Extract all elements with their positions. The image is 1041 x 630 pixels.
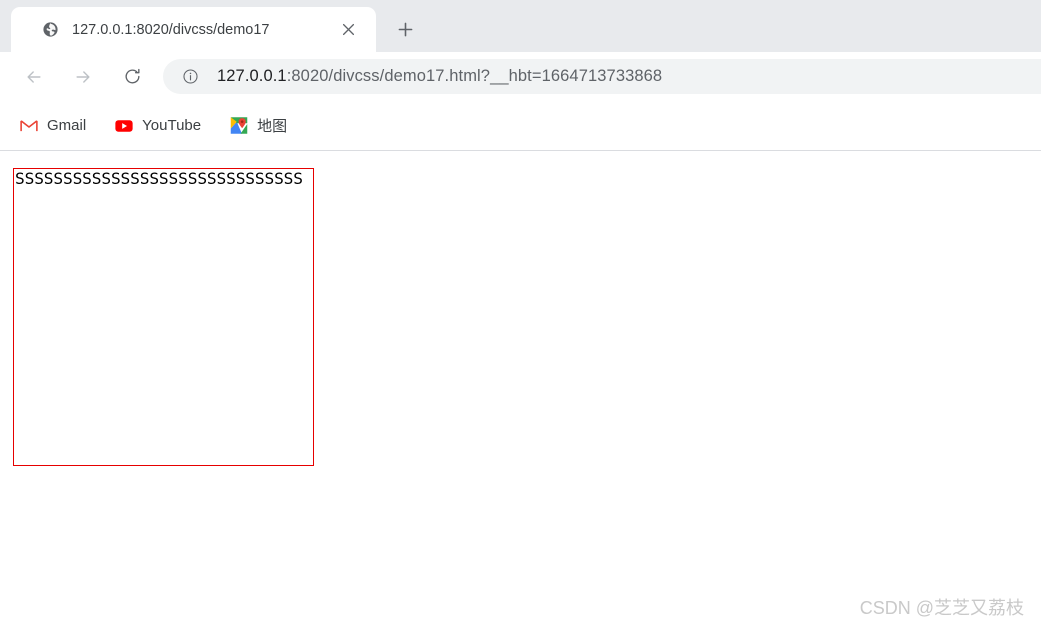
- bookmark-maps[interactable]: 地图: [224, 112, 293, 140]
- new-tab-button[interactable]: [390, 14, 420, 44]
- forward-arrow-icon[interactable]: [66, 60, 100, 94]
- bookmark-youtube[interactable]: YouTube: [109, 112, 207, 140]
- page-viewport: SSSSSSSSSSSSSSSSSSSSSSSSSSSSSS CSDN @芝芝又…: [0, 151, 1041, 629]
- tab-strip: 127.0.0.1:8020/divcss/demo17: [0, 0, 1041, 52]
- bookmark-label: YouTube: [142, 117, 202, 134]
- demo-box: SSSSSSSSSSSSSSSSSSSSSSSSSSSSSS: [13, 168, 314, 466]
- bookmarks-bar: Gmail YouTube 地图: [0, 101, 1041, 151]
- tab-title: 127.0.0.1:8020/divcss/demo17: [72, 21, 270, 38]
- demo-box-text: SSSSSSSSSSSSSSSSSSSSSSSSSSSSSS: [15, 169, 303, 188]
- youtube-icon: [115, 117, 133, 135]
- browser-toolbar: 127.0.0.1:8020/divcss/demo17.html?__hbt=…: [0, 52, 1041, 101]
- url-text[interactable]: 127.0.0.1:8020/divcss/demo17.html?__hbt=…: [217, 67, 662, 86]
- reload-icon[interactable]: [115, 60, 149, 94]
- url-path: :8020/divcss/demo17.html?__hbt=166471373…: [286, 67, 663, 85]
- bookmark-gmail[interactable]: Gmail: [14, 112, 92, 140]
- google-maps-icon: [230, 117, 248, 135]
- globe-icon: [42, 21, 59, 38]
- browser-tab[interactable]: 127.0.0.1:8020/divcss/demo17: [11, 7, 376, 52]
- info-circle-icon[interactable]: [181, 68, 199, 86]
- address-bar[interactable]: 127.0.0.1:8020/divcss/demo17.html?__hbt=…: [163, 59, 1041, 94]
- csdn-watermark: CSDN @芝芝又荔枝: [859, 598, 1024, 618]
- bookmark-label: 地图: [257, 118, 288, 135]
- url-host: 127.0.0.1: [217, 67, 287, 85]
- back-arrow-icon[interactable]: [17, 60, 51, 94]
- close-icon[interactable]: [337, 19, 359, 41]
- gmail-icon: [20, 117, 38, 135]
- bookmark-label: Gmail: [47, 117, 87, 134]
